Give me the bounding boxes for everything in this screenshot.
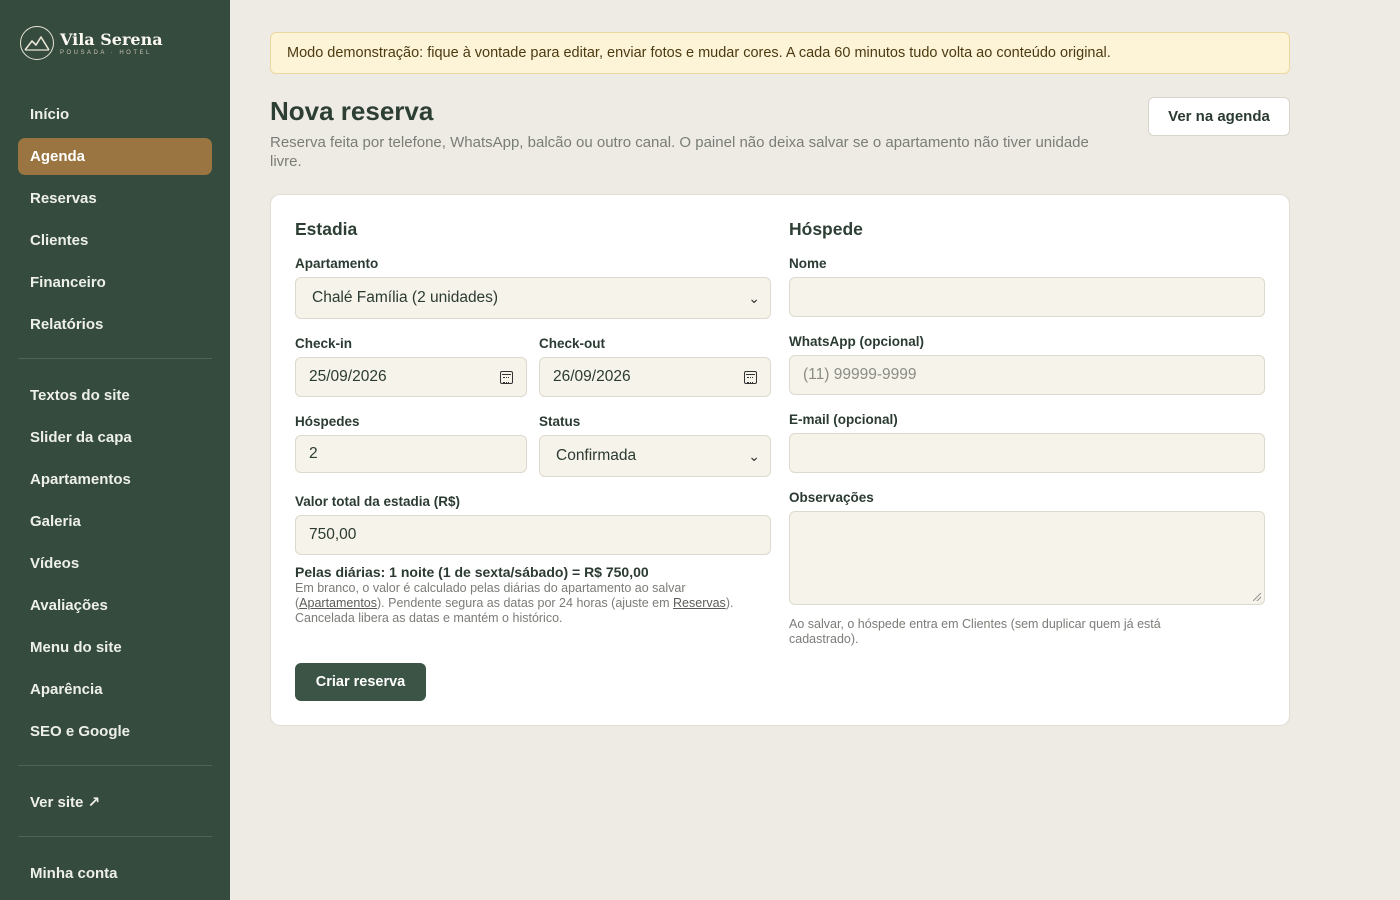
apartment-label: Apartamento (295, 256, 379, 271)
email-label: E-mail (opcional) (789, 412, 898, 427)
daily-rate-summary: Pelas diárias: 1 noite (1 de sexta/sábad… (295, 564, 649, 580)
sidebar-item-ver-site[interactable]: Ver site ↗ (18, 784, 212, 821)
sidebar-item-videos[interactable]: Vídeos (18, 545, 212, 582)
chevron-down-icon: ⌄ (748, 290, 760, 306)
page-header: Nova reserva Reserva feita por telefone,… (270, 96, 1290, 186)
guests-label: Hóspedes (295, 414, 360, 429)
email-input[interactable] (789, 433, 1265, 473)
checkout-date-value: 26/09/2026 (553, 368, 631, 385)
sidebar-item-avaliacoes[interactable]: Avaliações (18, 587, 212, 624)
reservas-link[interactable]: Reservas (673, 596, 726, 610)
total-value-label: Valor total da estadia (R$) (295, 494, 461, 509)
guests-input[interactable]: 2 (295, 435, 527, 473)
apartamentos-link[interactable]: Apartamentos (299, 596, 377, 610)
brand-subtitle: POUSADA · HOTEL (60, 49, 152, 56)
checkin-label: Check-in (295, 336, 353, 351)
sidebar-item-reservas[interactable]: Reservas (18, 180, 212, 217)
brand[interactable]: Vila Serena POUSADA · HOTEL (20, 26, 163, 60)
guest-name-input[interactable] (789, 277, 1265, 317)
guests-value: 2 (309, 445, 318, 462)
checkin-date-value: 25/09/2026 (309, 368, 387, 385)
guest-hint: Ao salvar, o hóspede entra em Clientes (… (789, 617, 1161, 646)
checkin-date-input[interactable]: 25/09/2026 (295, 357, 527, 397)
total-value-input[interactable]: 750,00 (295, 515, 771, 555)
guest-section-title: Hóspede (789, 219, 863, 239)
sidebar-item-relatorios[interactable]: Relatórios (18, 306, 212, 343)
whatsapp-input[interactable]: (11) 99999-9999 (789, 355, 1265, 395)
calendar-icon[interactable] (500, 370, 513, 384)
apartment-select-value: Chalé Família (2 unidades) (312, 289, 499, 306)
main-content: Modo demonstração: fique à vontade para … (270, 32, 1290, 726)
page-title: Nova reserva (270, 96, 434, 126)
create-reservation-button[interactable]: Criar reserva (295, 663, 426, 701)
notes-label: Observações (789, 490, 874, 505)
sidebar-item-agenda[interactable]: Agenda (18, 138, 212, 175)
sidebar-divider (18, 836, 212, 837)
sidebar-item-slider-da-capa[interactable]: Slider da capa (18, 419, 212, 456)
checkout-label: Check-out (539, 336, 606, 351)
sidebar: Vila Serena POUSADA · HOTEL Início Agend… (0, 0, 230, 900)
chevron-down-icon: ⌄ (748, 448, 760, 464)
view-in-agenda-button[interactable]: Ver na agenda (1148, 97, 1290, 136)
checkout-date-input[interactable]: 26/09/2026 (539, 357, 771, 397)
sidebar-item-clientes[interactable]: Clientes (18, 222, 212, 259)
reservation-form-card: Estadia Apartamento Chalé Família (2 uni… (270, 194, 1290, 726)
whatsapp-placeholder: (11) 99999-9999 (803, 366, 917, 383)
sidebar-item-textos-do-site[interactable]: Textos do site (18, 377, 212, 414)
sidebar-item-seo-e-google[interactable]: SEO e Google (18, 713, 212, 750)
stay-section: Estadia Apartamento Chalé Família (2 uni… (295, 219, 771, 625)
demo-mode-banner: Modo demonstração: fique à vontade para … (270, 32, 1290, 74)
notes-textarea[interactable] (789, 511, 1265, 605)
sidebar-item-inicio[interactable]: Início (18, 96, 212, 133)
sidebar-item-apartamentos[interactable]: Apartamentos (18, 461, 212, 498)
whatsapp-label: WhatsApp (opcional) (789, 334, 924, 349)
guest-name-label: Nome (789, 256, 827, 271)
sidebar-item-galeria[interactable]: Galeria (18, 503, 212, 540)
sidebar-item-menu-do-site[interactable]: Menu do site (18, 629, 212, 666)
status-select-value: Confirmada (556, 447, 637, 464)
sidebar-item-aparencia[interactable]: Aparência (18, 671, 212, 708)
total-value: 750,00 (309, 526, 357, 543)
brand-name: Vila Serena (60, 29, 163, 49)
sidebar-divider (18, 358, 212, 359)
guest-section: Hóspede Nome WhatsApp (opcional) (11) 99… (789, 219, 1265, 646)
mountain-logo-icon (20, 26, 54, 60)
calendar-icon[interactable] (744, 370, 757, 384)
sidebar-nav: Início Agenda Reservas Clientes Financei… (18, 96, 212, 897)
stay-section-title: Estadia (295, 219, 358, 239)
status-select[interactable]: Confirmada ⌄ (539, 435, 771, 477)
sidebar-item-financeiro[interactable]: Financeiro (18, 264, 212, 301)
total-value-hint: Em branco, o valor é calculado pelas diá… (295, 581, 734, 625)
page-subtitle: Reserva feita por telefone, WhatsApp, ba… (270, 134, 1089, 170)
sidebar-divider (18, 765, 212, 766)
status-label: Status (539, 414, 581, 429)
resize-handle-icon[interactable] (1253, 593, 1261, 601)
sidebar-item-minha-conta[interactable]: Minha conta (18, 855, 212, 892)
apartment-select[interactable]: Chalé Família (2 unidades) ⌄ (295, 277, 771, 319)
